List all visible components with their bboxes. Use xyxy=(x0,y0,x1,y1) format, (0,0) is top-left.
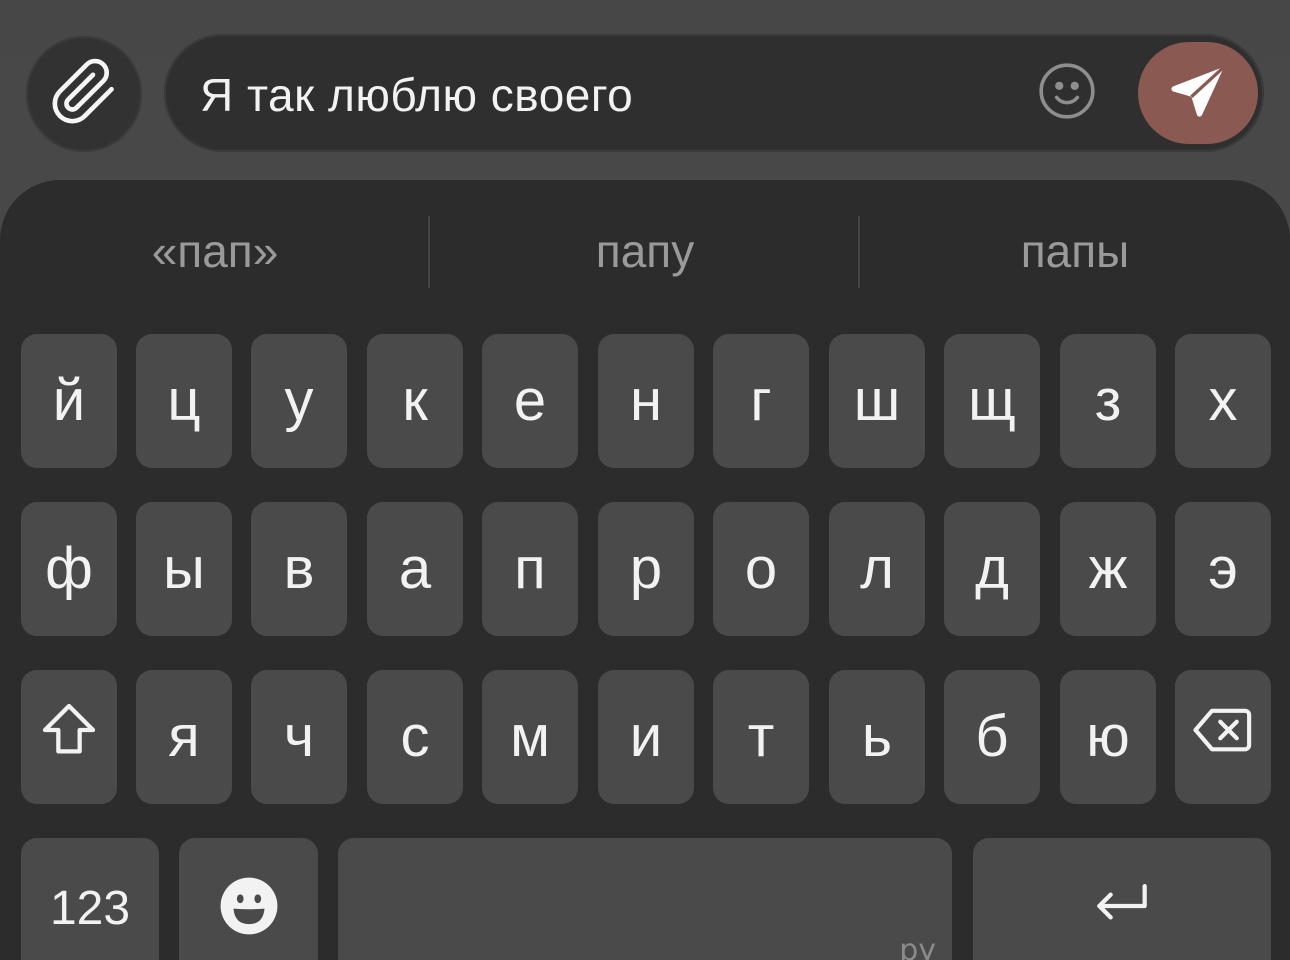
suggestion-3[interactable]: папы xyxy=(860,224,1290,278)
key[interactable]: й xyxy=(21,334,117,468)
message-input[interactable]: Я так люблю своего xyxy=(164,34,1264,152)
space-key[interactable]: ру xyxy=(338,838,952,960)
smiley-icon xyxy=(1036,60,1098,127)
message-text[interactable]: Я так люблю своего xyxy=(200,68,633,122)
screen: Я так люблю своего «пап» папу папы й ц у… xyxy=(0,0,1290,960)
key[interactable]: р xyxy=(598,502,694,636)
key[interactable]: м xyxy=(482,670,578,804)
key[interactable]: у xyxy=(251,334,347,468)
key[interactable]: о xyxy=(713,502,809,636)
emoji-key[interactable] xyxy=(179,838,318,960)
key[interactable]: б xyxy=(944,670,1040,804)
numbers-key-label: 123 xyxy=(49,881,131,935)
key[interactable]: ф xyxy=(21,502,117,636)
backspace-key[interactable] xyxy=(1175,670,1271,804)
suggestion-bar: «пап» папу папы xyxy=(0,180,1290,330)
key[interactable]: щ xyxy=(944,334,1040,468)
shift-key[interactable] xyxy=(21,670,117,804)
emoji-button[interactable] xyxy=(1036,62,1098,124)
key[interactable]: е xyxy=(482,334,578,468)
key[interactable]: а xyxy=(367,502,463,636)
attach-button[interactable] xyxy=(26,36,142,152)
suggestion-1[interactable]: «пап» xyxy=(0,224,430,278)
keyboard: «пап» папу папы й ц у к е н г ш щ з х ф … xyxy=(0,180,1290,960)
key[interactable]: в xyxy=(251,502,347,636)
key[interactable]: л xyxy=(829,502,925,636)
key[interactable]: ц xyxy=(136,334,232,468)
paper-plane-icon xyxy=(1165,58,1231,129)
key[interactable]: х xyxy=(1175,334,1271,468)
emoji-face-icon xyxy=(218,875,280,942)
key[interactable]: з xyxy=(1060,334,1156,468)
key[interactable]: э xyxy=(1175,502,1271,636)
key[interactable]: п xyxy=(482,502,578,636)
backspace-icon xyxy=(1190,697,1256,777)
return-key[interactable] xyxy=(973,838,1271,960)
key[interactable]: ю xyxy=(1060,670,1156,804)
key[interactable]: ч xyxy=(251,670,347,804)
shift-arrow-icon xyxy=(37,698,101,776)
key[interactable]: ы xyxy=(136,502,232,636)
key[interactable]: д xyxy=(944,502,1040,636)
key[interactable]: и xyxy=(598,670,694,804)
key[interactable]: н xyxy=(598,334,694,468)
numbers-key[interactable]: 123 xyxy=(21,838,159,960)
key[interactable]: т xyxy=(713,670,809,804)
language-indicator: ру xyxy=(899,933,936,960)
key[interactable]: ж xyxy=(1060,502,1156,636)
key[interactable]: г xyxy=(713,334,809,468)
paperclip-icon xyxy=(49,57,119,132)
suggestion-2[interactable]: папу xyxy=(430,224,860,278)
key[interactable]: ш xyxy=(829,334,925,468)
key[interactable]: я xyxy=(136,670,232,804)
key[interactable]: с xyxy=(367,670,463,804)
return-arrow-icon xyxy=(1088,872,1156,945)
key[interactable]: ь xyxy=(829,670,925,804)
send-button[interactable] xyxy=(1138,42,1258,144)
key[interactable]: к xyxy=(367,334,463,468)
